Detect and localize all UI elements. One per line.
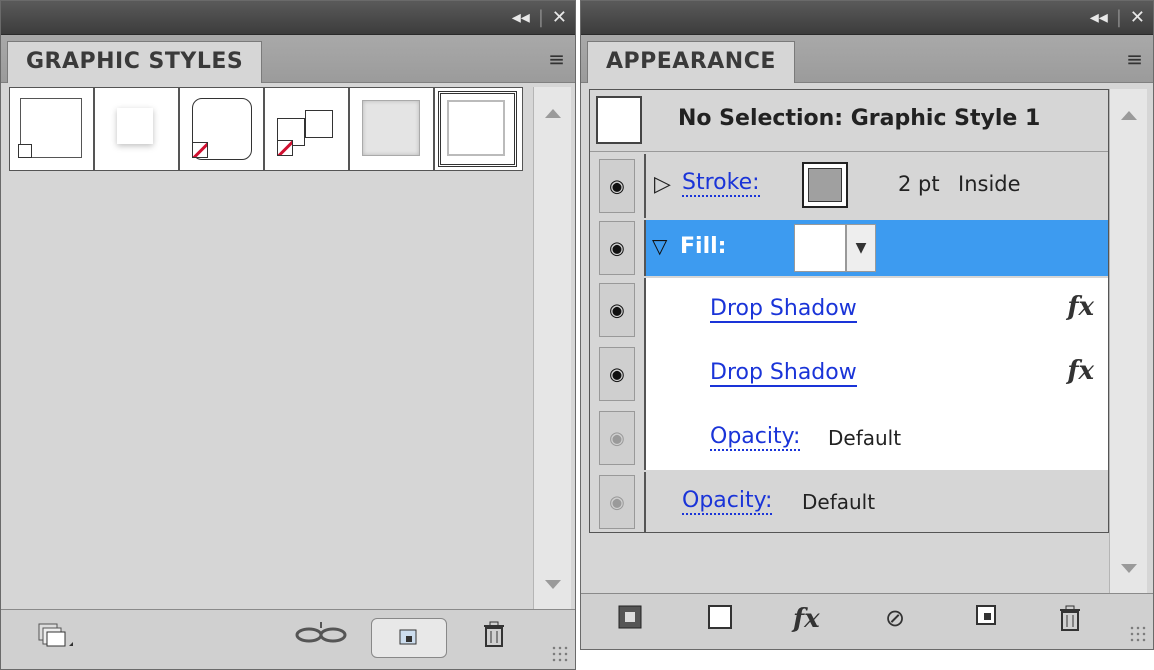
tab-graphic-styles[interactable]: GRAPHIC STYLES: [7, 41, 263, 83]
style-swatch[interactable]: [265, 88, 350, 170]
panel-menu-icon[interactable]: ≡: [548, 47, 565, 71]
opacity-label[interactable]: Opacity:: [682, 488, 773, 515]
appearance-header-title: No Selection: Graphic Style 1: [678, 106, 1041, 131]
resize-grip[interactable]: [1129, 625, 1147, 643]
chevron-down-icon[interactable]: ▼: [846, 224, 876, 272]
opacity-row[interactable]: ◉ Opacity: Default: [590, 472, 1108, 532]
tab-row: GRAPHIC STYLES ≡: [1, 35, 575, 83]
add-effect-icon[interactable]: fx: [793, 604, 820, 634]
panel-titlebar[interactable]: ◂◂ | ✕: [581, 1, 1153, 35]
vertical-scrollbar[interactable]: [1109, 89, 1147, 595]
vertical-scrollbar[interactable]: [533, 87, 571, 611]
appearance-header-row: No Selection: Graphic Style 1: [590, 90, 1108, 152]
eye-icon[interactable]: ◉: [599, 159, 635, 213]
opacity-label[interactable]: Opacity:: [710, 424, 801, 451]
fx-icon[interactable]: fx: [1067, 356, 1094, 386]
eye-icon[interactable]: ◉: [599, 475, 635, 529]
collapse-icon[interactable]: ◂◂: [512, 7, 530, 28]
stroke-color-swatch[interactable]: [802, 162, 848, 208]
trash-icon[interactable]: [1057, 604, 1083, 641]
effect-label[interactable]: Drop Shadow: [710, 360, 857, 387]
panel-bottom-toolbar: fx ⊘: [581, 593, 1153, 649]
expand-triangle-icon[interactable]: ▷: [654, 172, 671, 197]
collapse-triangle-icon[interactable]: ▽: [652, 234, 667, 258]
stroke-row[interactable]: ◉ ▷ Stroke: 2 pt Inside: [590, 154, 1108, 218]
new-graphic-style-button[interactable]: [371, 618, 447, 658]
resize-grip[interactable]: [551, 645, 569, 663]
trash-icon[interactable]: [481, 620, 507, 657]
style-swatch[interactable]: [350, 88, 435, 170]
panel-titlebar[interactable]: ◂◂ | ✕: [1, 1, 575, 35]
appearance-list: No Selection: Graphic Style 1 ◉ ▷ Stroke…: [589, 89, 1109, 533]
close-icon[interactable]: ✕: [552, 7, 567, 28]
scroll-down-icon[interactable]: [1121, 564, 1137, 573]
collapse-icon[interactable]: ◂◂: [1090, 7, 1108, 28]
separator: |: [537, 7, 544, 28]
opacity-value: Default: [802, 490, 876, 514]
stroke-label[interactable]: Stroke:: [682, 170, 760, 197]
fill-row[interactable]: ◉ ▽ Fill: ▼: [590, 220, 1108, 276]
fill-color-swatch[interactable]: [794, 224, 846, 272]
eye-icon[interactable]: ◉: [599, 411, 635, 465]
stroke-weight[interactable]: 2 pt: [898, 172, 940, 196]
separator: |: [1115, 7, 1122, 28]
scroll-up-icon[interactable]: [545, 109, 561, 118]
eye-icon[interactable]: ◉: [599, 283, 635, 337]
panel-menu-icon[interactable]: ≡: [1126, 47, 1143, 71]
opacity-value: Default: [828, 426, 902, 450]
appearance-panel: ◂◂ | ✕ APPEARANCE ≡ No Selection: Graphi…: [580, 0, 1154, 650]
eye-icon[interactable]: ◉: [599, 347, 635, 401]
tab-row: APPEARANCE ≡: [581, 35, 1153, 83]
fx-icon[interactable]: fx: [1067, 292, 1094, 322]
style-swatch-selected[interactable]: [435, 88, 520, 170]
fill-label[interactable]: Fill:: [680, 234, 726, 259]
panel-bottom-toolbar: [1, 609, 575, 669]
graphic-styles-panel: ◂◂ | ✕ GRAPHIC STYLES ≡: [0, 0, 576, 670]
style-thumbnail: [596, 96, 642, 144]
style-libraries-icon[interactable]: [35, 620, 75, 657]
close-icon[interactable]: ✕: [1130, 7, 1145, 28]
add-stroke-icon[interactable]: [617, 604, 643, 637]
scroll-up-icon[interactable]: [1121, 111, 1137, 120]
effect-row[interactable]: ◉ Drop Shadow fx: [590, 278, 1108, 342]
eye-icon[interactable]: ◉: [599, 221, 635, 275]
style-swatch[interactable]: [95, 88, 180, 170]
clear-appearance-icon[interactable]: ⊘: [885, 604, 905, 632]
add-fill-icon[interactable]: [707, 604, 733, 637]
style-swatch[interactable]: [180, 88, 265, 170]
duplicate-item-icon[interactable]: [975, 604, 999, 635]
style-swatch-grid: [9, 87, 523, 171]
effect-row[interactable]: ◉ Drop Shadow fx: [590, 342, 1108, 406]
scroll-down-icon[interactable]: [545, 580, 561, 589]
style-swatch[interactable]: [10, 88, 95, 170]
tab-appearance[interactable]: APPEARANCE: [587, 41, 795, 83]
effect-label[interactable]: Drop Shadow: [710, 296, 857, 323]
stroke-align[interactable]: Inside: [958, 172, 1021, 196]
break-link-icon[interactable]: [291, 620, 351, 657]
fill-opacity-row[interactable]: ◉ Opacity: Default: [590, 406, 1108, 470]
